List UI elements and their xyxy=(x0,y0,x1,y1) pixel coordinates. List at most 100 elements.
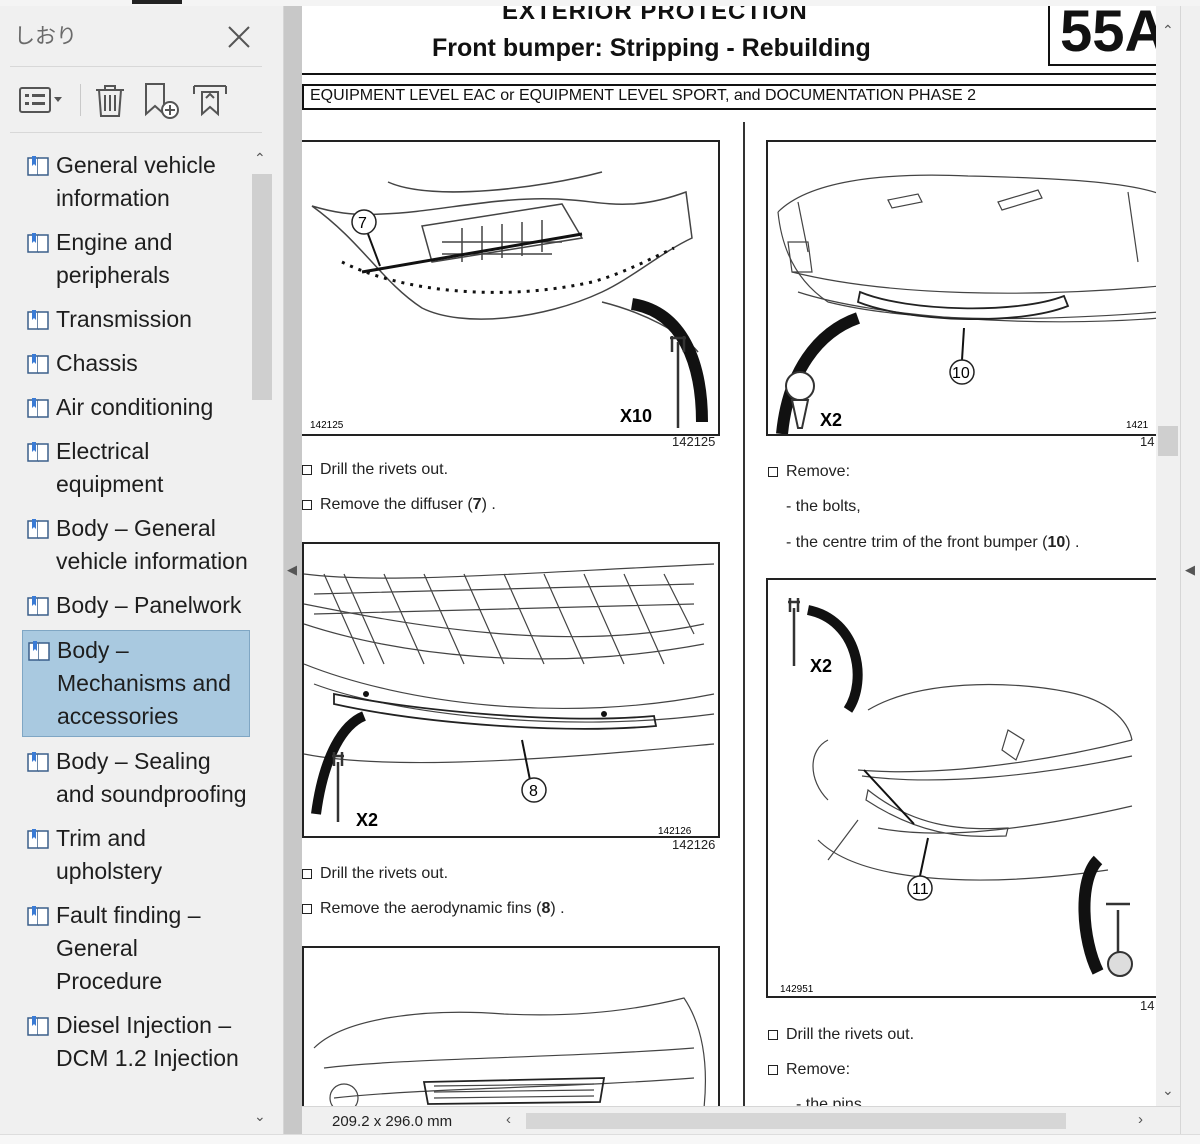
bookmark-item[interactable]: Engine and peripherals xyxy=(22,223,250,295)
bookmark-label: Body – Panelwork xyxy=(56,592,242,618)
scrollbar-thumb[interactable] xyxy=(252,174,272,400)
step-label: Remove: xyxy=(786,463,851,480)
figure-reference: 142126 xyxy=(672,837,716,852)
active-tab-marker xyxy=(132,0,182,4)
scroll-up-icon[interactable]: ⌃ xyxy=(1162,22,1174,39)
step-label: Remove: xyxy=(786,1061,851,1078)
divider xyxy=(10,66,262,67)
window-bottom-edge xyxy=(0,1134,1200,1144)
right-panel-toggle[interactable]: ◀ xyxy=(1180,6,1200,1134)
bookmark-icon xyxy=(26,391,56,424)
step-subitem: - the bolts, xyxy=(786,498,861,515)
bookmark-item[interactable]: Air conditioning xyxy=(22,388,250,427)
figure-reference: 14 xyxy=(1140,434,1155,449)
part-number: 8 xyxy=(541,900,551,917)
part-number: 7 xyxy=(472,496,482,513)
step-text: Remove: xyxy=(768,463,850,481)
checkbox-icon xyxy=(302,465,312,475)
bookmark-label: Chassis xyxy=(56,350,138,376)
step-label: Drill the rivets out. xyxy=(786,1026,915,1043)
step-label-end: ) . xyxy=(550,900,565,917)
document-vertical-scrollbar[interactable]: ⌃ ⌄ xyxy=(1156,6,1180,1106)
page-title: Front bumper: Stripping - Rebuilding xyxy=(432,34,871,62)
checkbox-icon xyxy=(302,500,312,510)
document-page: EXTERIOR PROTECTION Front bumper: Stripp… xyxy=(302,6,1180,1106)
bookmark-label: Electrical equipment xyxy=(56,438,164,497)
figure-bumper-lower xyxy=(302,946,720,1106)
figure-diffuser: 7 X10 142125 xyxy=(302,140,720,436)
bookmark-icon xyxy=(26,512,56,545)
bookmark-icon xyxy=(26,226,56,259)
scroll-down-icon[interactable]: ⌄ xyxy=(1162,1082,1174,1099)
bookmark-item[interactable]: Body – Sealing and soundproofing xyxy=(22,742,250,814)
bookmark-item[interactable]: Transmission xyxy=(22,300,250,339)
bookmark-label: Body – Sealing and soundproofing xyxy=(56,748,247,807)
bookmark-item[interactable]: Trim and upholstery xyxy=(22,819,250,891)
collapse-left-icon[interactable]: ◀ xyxy=(287,562,297,578)
scroll-left-icon[interactable]: ‹ xyxy=(506,1111,511,1128)
checkbox-icon xyxy=(768,1065,778,1075)
equipment-banner: EQUIPMENT LEVEL EAC or EQUIPMENT LEVEL S… xyxy=(302,84,1158,110)
panel-splitter[interactable]: ◀ xyxy=(284,6,302,1134)
step-label: Drill the rivets out. xyxy=(320,865,449,882)
bookmark-label: Engine and peripherals xyxy=(56,229,173,288)
bookmark-item[interactable]: Electrical equipment xyxy=(22,432,250,504)
close-icon[interactable] xyxy=(224,22,254,52)
bookmark-item[interactable]: Fault finding – General Procedure xyxy=(22,896,250,1001)
quantity-label: X2 xyxy=(356,810,378,830)
step-subitem: - the pins xyxy=(796,1096,862,1106)
header-rule xyxy=(302,73,1158,75)
scrollbar-thumb[interactable] xyxy=(1158,426,1178,456)
scrollbar-thumb[interactable] xyxy=(526,1113,1066,1129)
column-divider xyxy=(743,122,745,1106)
add-bookmark-icon[interactable] xyxy=(140,80,182,120)
bookmark-label: Body – Mechanisms and accessories xyxy=(57,637,231,729)
bookmark-tree: General vehicle information Engine and pe… xyxy=(22,146,250,1136)
figure-id-small: 1421 xyxy=(1126,420,1149,431)
expand-right-panel-icon[interactable]: ◀ xyxy=(1185,562,1195,578)
bookmark-label: Trim and upholstery xyxy=(56,825,163,884)
bookmark-label: Diesel Injection – DCM 1.2 Injection xyxy=(56,1012,239,1071)
step-label-end: ) . xyxy=(1065,534,1080,551)
bookmark-icon xyxy=(26,149,56,182)
callout-label: 7 xyxy=(358,215,367,232)
scroll-right-icon[interactable]: › xyxy=(1138,1111,1143,1128)
bookmarks-title: しおり xyxy=(14,25,77,48)
bookmark-label: Air conditioning xyxy=(56,394,214,420)
bookmarks-scrollbar[interactable]: ⌃ ⌄ xyxy=(250,146,274,1136)
quantity-label: X10 xyxy=(620,406,652,426)
figure-id-small: 142951 xyxy=(780,984,814,995)
step-label: Drill the rivets out. xyxy=(320,461,449,478)
figure-pins: X2 11 142951 xyxy=(766,578,1158,998)
bookmark-item[interactable]: Diesel Injection – DCM 1.2 Injection xyxy=(22,1006,250,1078)
status-bar: 209.2 x 296.0 mm ‹ › xyxy=(302,1106,1180,1134)
bookmark-item[interactable]: Body – General vehicle information xyxy=(22,509,250,581)
callout-label: 10 xyxy=(952,365,970,382)
bookmark-icon xyxy=(27,634,57,667)
checkbox-icon xyxy=(302,904,312,914)
quantity-label: X2 xyxy=(820,410,842,430)
bookmark-icon xyxy=(26,303,56,336)
horizontal-scrollbar[interactable]: ‹ › xyxy=(498,1111,1158,1131)
bookmarks-panel: しおり General vehicle information Engine an… xyxy=(0,6,284,1134)
bookmark-item[interactable]: General vehicle information xyxy=(22,146,250,218)
bookmark-item[interactable]: Body – Mechanisms and accessories xyxy=(22,630,250,737)
step-label-end: ) . xyxy=(481,496,496,513)
part-number: 10 xyxy=(1047,534,1066,551)
scroll-up-icon[interactable]: ⌃ xyxy=(254,150,266,167)
step-label: - the centre trim of the front bumper ( xyxy=(786,534,1048,551)
bookmark-from-selection-icon[interactable] xyxy=(190,80,232,120)
scroll-down-icon[interactable]: ⌄ xyxy=(254,1108,266,1125)
bookmark-icon xyxy=(26,822,56,855)
delete-icon[interactable] xyxy=(92,80,128,120)
divider xyxy=(10,132,262,133)
step-text: Drill the rivets out. xyxy=(768,1026,914,1044)
figure-id-small: 142125 xyxy=(310,420,344,431)
callout-label: 8 xyxy=(529,783,538,800)
options-menu-icon[interactable] xyxy=(18,80,66,120)
pdf-viewer-window: しおり General vehicle information Engine an… xyxy=(0,0,1200,1144)
bookmark-icon xyxy=(26,1009,56,1042)
bookmark-item[interactable]: Chassis xyxy=(22,344,250,383)
section-number: 55A xyxy=(1060,6,1167,64)
bookmark-item[interactable]: Body – Panelwork xyxy=(22,586,250,625)
